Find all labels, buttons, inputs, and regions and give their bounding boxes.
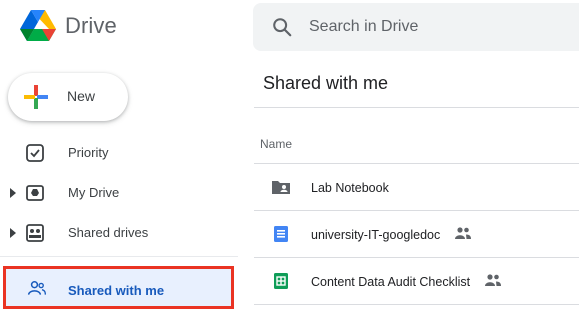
shared-folder-icon xyxy=(272,181,290,194)
sidebar-item-shared-with-me[interactable]: Shared with me xyxy=(3,266,234,309)
sidebar-item-label: Shared drives xyxy=(68,225,149,240)
people-icon xyxy=(27,281,46,295)
row-divider xyxy=(254,304,579,305)
google-docs-icon xyxy=(274,226,288,242)
file-name: university-IT-googledoc xyxy=(311,228,441,242)
shared-drives-icon xyxy=(26,224,44,242)
sidebar-item-label: Priority xyxy=(68,145,109,160)
sidebar-item-priority[interactable]: Priority xyxy=(0,135,240,171)
page-title: Shared with me xyxy=(263,73,389,93)
shared-people-icon xyxy=(485,274,501,286)
google-drive-logo-icon[interactable] xyxy=(18,9,58,45)
sidebar-item-label: My Drive xyxy=(68,185,120,200)
file-name: Content Data Audit Checklist xyxy=(311,275,471,289)
sidebar-item-label: Shared with me xyxy=(68,283,165,298)
checkbox-icon xyxy=(26,144,44,162)
new-button-label: New xyxy=(67,88,96,104)
google-sheets-icon xyxy=(274,273,288,289)
search-icon[interactable] xyxy=(271,16,293,38)
file-row[interactable]: Content Data Audit Checklist xyxy=(254,258,579,305)
caret-right-icon[interactable] xyxy=(9,227,17,239)
sidebar-item-my-drive[interactable]: My Drive xyxy=(0,175,240,211)
app-title: Drive xyxy=(65,13,117,38)
drive-page: Drive New Priority My Drive xyxy=(0,0,579,314)
column-header-name[interactable]: Name xyxy=(260,137,292,151)
search-bar[interactable] xyxy=(253,3,579,51)
sidebar-item-shared-drives[interactable]: Shared drives xyxy=(0,215,240,251)
file-row[interactable]: Lab Notebook xyxy=(254,164,579,211)
search-input[interactable] xyxy=(309,3,579,51)
shared-people-icon xyxy=(455,227,471,239)
file-row[interactable]: university-IT-googledoc xyxy=(254,211,579,258)
new-button[interactable]: New xyxy=(8,73,128,121)
file-name: Lab Notebook xyxy=(311,181,389,195)
plus-icon xyxy=(24,85,48,109)
sidebar-divider xyxy=(0,256,238,257)
caret-right-icon[interactable] xyxy=(9,187,17,199)
header-divider xyxy=(254,107,579,108)
my-drive-icon xyxy=(26,185,44,201)
